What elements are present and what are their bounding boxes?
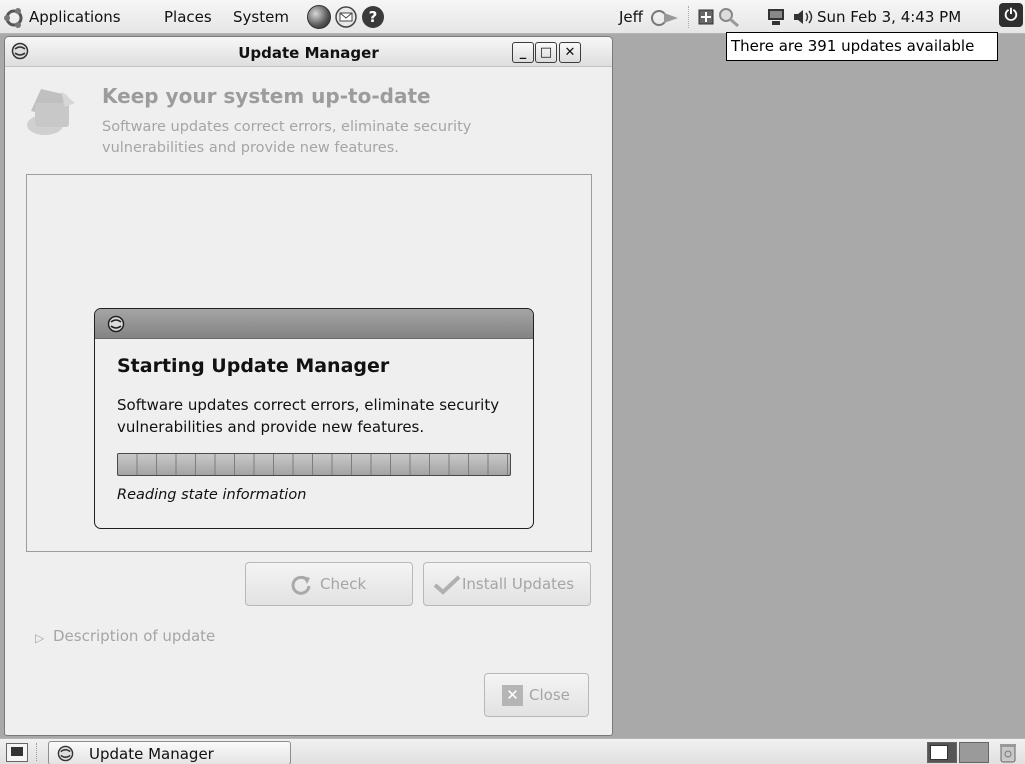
update-notifier-icon[interactable]	[698, 9, 714, 25]
updates-tooltip: There are 391 updates available	[726, 32, 998, 61]
header-title: Keep your system up-to-date	[102, 84, 431, 108]
dialog-titlebar[interactable]	[95, 309, 533, 339]
progress-bar	[117, 453, 511, 476]
workspace-1[interactable]	[927, 742, 957, 763]
check-button[interactable]: Check	[245, 562, 413, 606]
ubuntu-logo-icon[interactable]	[3, 7, 25, 29]
maximize-button[interactable]: □	[535, 42, 557, 63]
menu-system[interactable]: System	[233, 8, 289, 26]
minimize-button[interactable]: _	[512, 42, 534, 63]
power-icon[interactable]: ⏻	[999, 3, 1023, 27]
search-icon[interactable]	[718, 7, 740, 27]
taskbar-label: Update Manager	[89, 745, 214, 763]
close-button[interactable]: ✕ Close	[484, 673, 589, 717]
clock[interactable]: Sun Feb 3, 4:43 PM	[817, 8, 961, 26]
install-updates-label: Install Updates	[462, 575, 575, 593]
window-titlebar[interactable]: Update Manager _ □ ✕	[5, 37, 612, 67]
menu-places[interactable]: Places	[164, 8, 212, 26]
web-browser-icon[interactable]	[307, 5, 331, 29]
network-manager-icon[interactable]	[767, 8, 785, 26]
dialog-description: Software updates correct errors, elimina…	[117, 396, 500, 436]
update-manager-icon	[107, 315, 125, 333]
panel-separator	[688, 6, 689, 28]
expander-arrow-icon[interactable]: ▷	[35, 631, 44, 645]
show-desktop-icon[interactable]	[6, 743, 28, 762]
menu-applications[interactable]: Applications	[29, 8, 121, 26]
trash-icon[interactable]	[999, 742, 1017, 763]
header-description: Software updates correct errors, elimina…	[102, 119, 472, 156]
install-check-icon	[433, 575, 461, 595]
help-icon[interactable]: ?	[362, 6, 384, 28]
network-status-icon[interactable]	[650, 9, 680, 26]
close-x-icon: ✕	[502, 685, 523, 706]
refresh-icon	[291, 575, 311, 595]
install-updates-button[interactable]: Install Updates	[423, 562, 591, 606]
starting-dialog: Starting Update Manager Software updates…	[94, 308, 534, 529]
dialog-status: Reading state information	[117, 487, 307, 503]
progress-fill	[118, 454, 510, 475]
volume-icon[interactable]	[793, 9, 815, 25]
software-update-icon	[27, 89, 75, 135]
close-window-button[interactable]: ✕	[559, 42, 581, 63]
panel-separator	[36, 743, 37, 761]
close-label: Close	[529, 686, 570, 704]
mail-icon[interactable]	[334, 6, 358, 28]
user-name[interactable]: Jeff	[619, 8, 643, 26]
taskbar-update-manager[interactable]: Update Manager	[48, 741, 291, 764]
check-label: Check	[320, 575, 367, 593]
dialog-heading: Starting Update Manager	[117, 355, 390, 377]
bottom-panel: Update Manager	[0, 738, 1025, 764]
update-manager-icon	[57, 745, 74, 762]
workspace-2[interactable]	[959, 742, 989, 763]
description-expander[interactable]: Description of update	[53, 627, 215, 645]
update-manager-window: Update Manager _ □ ✕ Keep your system up…	[4, 36, 613, 736]
top-panel: Applications Places System ? Jeff Sun Fe…	[0, 0, 1025, 34]
